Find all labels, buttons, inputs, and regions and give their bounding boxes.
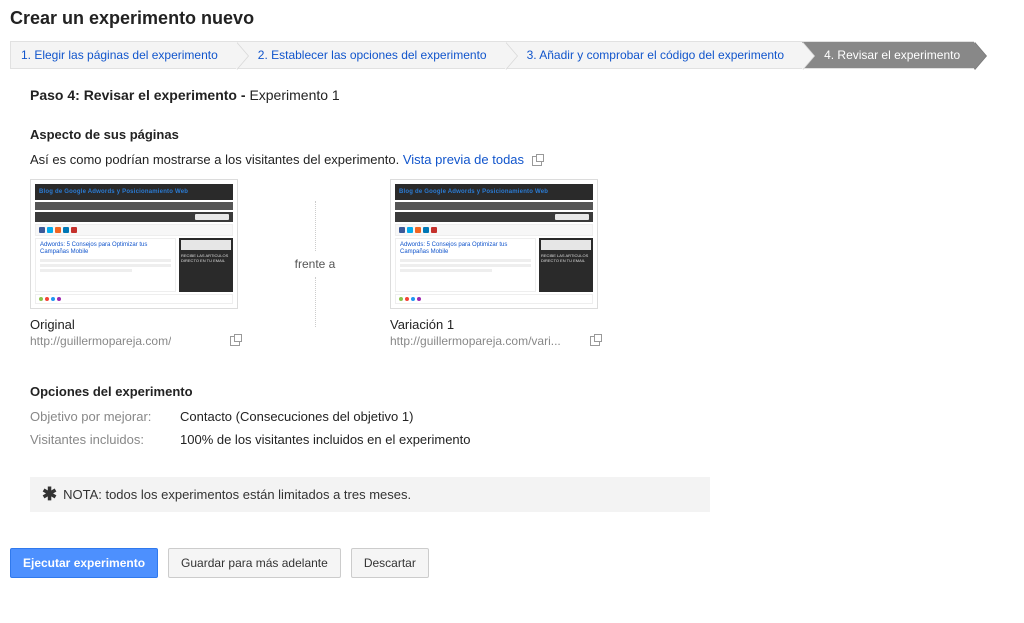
option-value: 100% de los visitantes incluidos en el e…	[180, 432, 471, 447]
variation-thumbnail[interactable]: Blog de Google Adwords y Posicionamiento…	[390, 179, 598, 309]
option-key: Objetivo por mejorar:	[30, 409, 180, 424]
experiment-name: Experimento 1	[249, 87, 339, 103]
option-value: Contacto (Consecuciones del objetivo 1)	[180, 409, 413, 424]
option-row-visitors: Visitantes incluidos: 100% de los visita…	[30, 432, 1014, 447]
discard-button[interactable]: Descartar	[351, 548, 429, 578]
variation-popout-icon[interactable]	[590, 336, 600, 346]
appearance-intro-line: Así es como podrían mostrarse a los visi…	[30, 152, 1014, 167]
step-3[interactable]: 3. Añadir y comprobar el código del expe…	[505, 41, 802, 69]
save-for-later-button[interactable]: Guardar para más adelante	[168, 548, 341, 578]
step-header-prefix: Paso 4: Revisar el experimento -	[30, 87, 249, 103]
original-column: Blog de Google Adwords y Posicionamiento…	[30, 179, 240, 348]
compare-row: Blog de Google Adwords y Posicionamiento…	[30, 179, 1014, 348]
asterisk-icon: ✱	[42, 488, 57, 501]
thumb-headline: Adwords: 5 Consejos para Optimizar tus C…	[40, 242, 171, 256]
original-thumbnail[interactable]: Blog de Google Adwords y Posicionamiento…	[30, 179, 238, 309]
note-box: ✱ NOTA: todos los experimentos están lim…	[30, 477, 710, 512]
step-4: 4. Revisar el experimento	[802, 41, 974, 69]
popout-icon[interactable]	[532, 156, 542, 166]
option-row-objective: Objetivo por mejorar: Contacto (Consecuc…	[30, 409, 1014, 424]
step-header: Paso 4: Revisar el experimento - Experim…	[30, 87, 1014, 103]
step-1[interactable]: 1. Elegir las páginas del experimento	[10, 41, 236, 69]
variation-url: http://guillermopareja.com/vari...	[390, 334, 561, 348]
original-label: Original	[30, 317, 240, 332]
vs-label: frente a	[295, 257, 336, 271]
original-url: http://guillermopareja.com/	[30, 334, 171, 348]
option-key: Visitantes incluidos:	[30, 432, 180, 447]
original-popout-icon[interactable]	[230, 336, 240, 346]
action-buttons: Ejecutar experimento Guardar para más ad…	[10, 548, 1014, 578]
variation-label: Variación 1	[390, 317, 600, 332]
note-text: NOTA: todos los experimentos están limit…	[63, 487, 411, 502]
step-2[interactable]: 2. Establecer las opciones del experimen…	[236, 41, 505, 69]
run-experiment-button[interactable]: Ejecutar experimento	[10, 548, 158, 578]
preview-all-link[interactable]: Vista previa de todas	[403, 152, 524, 167]
appearance-intro-text: Así es como podrían mostrarse a los visi…	[30, 152, 399, 167]
options-table: Objetivo por mejorar: Contacto (Consecuc…	[30, 409, 1014, 447]
thumb-headline: Adwords: 5 Consejos para Optimizar tus C…	[400, 242, 531, 256]
wizard-steps: 1. Elegir las páginas del experimento 2.…	[10, 41, 1014, 69]
variation-column: Blog de Google Adwords y Posicionamiento…	[390, 179, 600, 348]
appearance-title: Aspecto de sus páginas	[30, 127, 1014, 142]
page-title: Crear un experimento nuevo	[10, 8, 1014, 29]
compare-divider: frente a	[240, 201, 390, 327]
options-title: Opciones del experimento	[30, 384, 1014, 399]
